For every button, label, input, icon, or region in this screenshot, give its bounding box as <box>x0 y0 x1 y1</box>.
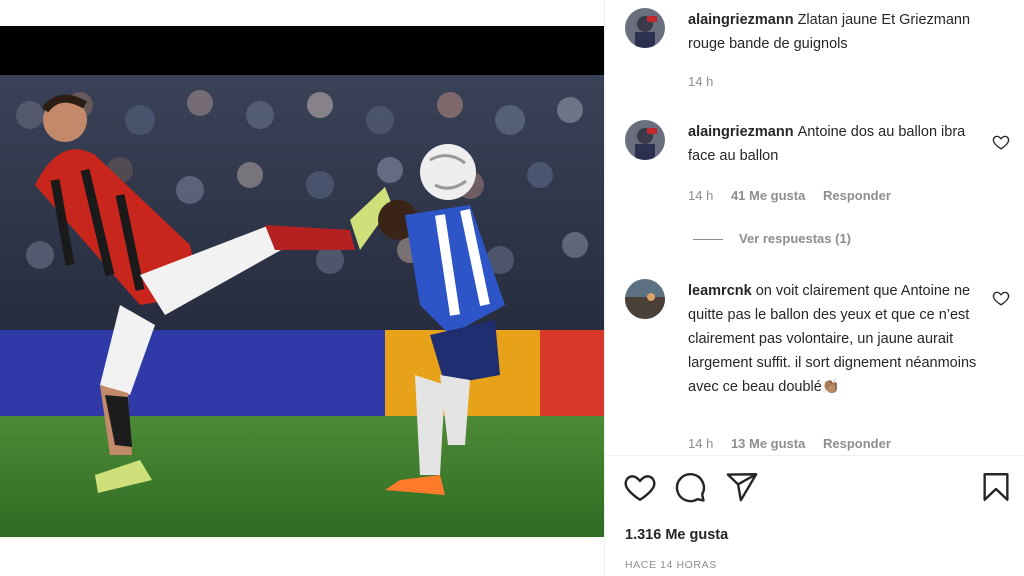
video-letterbox <box>0 26 604 75</box>
comment-icon[interactable] <box>673 470 707 504</box>
post-media <box>0 0 604 576</box>
comment-text: alaingriezmann Antoine dos au ballon ibra… <box>688 120 988 168</box>
comment-meta: 14 h 13 Me gusta Responder <box>688 436 905 451</box>
avatar[interactable] <box>625 8 665 48</box>
comment-time[interactable]: 14 h <box>688 188 713 203</box>
bookmark-icon[interactable] <box>979 470 1013 504</box>
comment-like-heart-icon[interactable] <box>992 289 1010 307</box>
comment-text: alaingriezmann Zlatan jaune Et Griezmann … <box>688 8 988 56</box>
view-replies-button[interactable]: Ver respuestas (1) <box>693 231 851 246</box>
heart-icon[interactable] <box>623 470 657 504</box>
actions-divider <box>605 455 1024 456</box>
comments-list[interactable]: alaingriezmann Zlatan jaune Et Griezmann … <box>605 0 1024 455</box>
comment-time[interactable]: 14 h <box>688 74 713 89</box>
view-replies-label: Ver respuestas (1) <box>739 231 852 246</box>
comment-meta: 14 h <box>688 74 727 89</box>
comment-username[interactable]: alaingriezmann <box>688 124 794 140</box>
comment-body: on voit clairement que Antoine ne quitte… <box>688 283 977 395</box>
avatar[interactable] <box>625 120 665 160</box>
comment-text: leamrcnk on voit clairement que Antoine n… <box>688 279 988 399</box>
comment-username[interactable]: alaingriezmann <box>688 12 794 28</box>
post-timestamp[interactable]: HACE 14 HORAS <box>625 559 717 571</box>
reply-button[interactable]: Responder <box>823 188 891 203</box>
post-video[interactable] <box>0 75 604 537</box>
comment-username[interactable]: leamrcnk <box>688 283 752 299</box>
post-actions-bar <box>623 470 1013 510</box>
post-side-panel: alaingriezmann Zlatan jaune Et Griezmann … <box>604 0 1024 576</box>
reply-button[interactable]: Responder <box>823 436 891 451</box>
comment-likes-count[interactable]: 13 Me gusta <box>731 436 805 451</box>
post-likes-count[interactable]: 1.316 Me gusta <box>625 527 728 543</box>
share-icon[interactable] <box>725 470 759 504</box>
comment-time[interactable]: 14 h <box>688 436 713 451</box>
avatar-image <box>625 279 665 319</box>
comment-likes-count[interactable]: 41 Me gusta <box>731 188 805 203</box>
avatar-image <box>625 8 665 48</box>
avatar[interactable] <box>625 279 665 319</box>
comment-meta: 14 h 41 Me gusta Responder <box>688 188 905 203</box>
replies-line <box>693 239 723 241</box>
avatar-image <box>625 120 665 160</box>
comment-like-heart-icon[interactable] <box>992 133 1010 151</box>
video-frame-image <box>0 75 604 537</box>
